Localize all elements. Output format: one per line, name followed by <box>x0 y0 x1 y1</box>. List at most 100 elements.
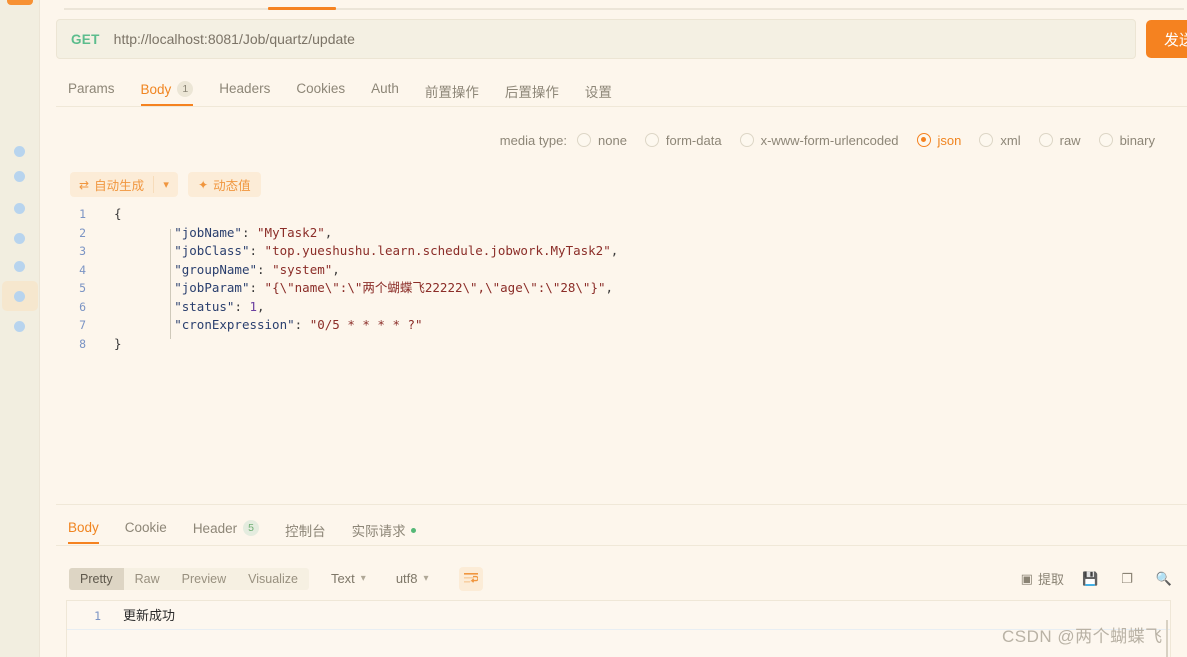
code-token: "groupName" <box>174 261 258 277</box>
request-tab-headers[interactable]: Headers <box>219 78 270 105</box>
response-tab-cookie[interactable]: Cookie <box>125 517 167 544</box>
request-tab-后置操作[interactable]: 后置操作 <box>505 78 559 110</box>
nav-dot-icon-4[interactable] <box>14 233 25 244</box>
line-number: 8 <box>79 336 86 351</box>
media-type-options: none form-data x-www-form-urlencoded json xm… <box>577 133 1173 148</box>
code-line-text[interactable]: "jobParam": "{\"name\":\"两个蝴蝶飞22222\",\"… <box>90 279 613 298</box>
code-line-text[interactable]: "groupName": "system", <box>90 261 340 280</box>
request-tab-前置操作[interactable]: 前置操作 <box>425 78 479 110</box>
copy-button[interactable]: ❐ <box>1121 571 1138 587</box>
radio-icon[interactable] <box>916 133 931 147</box>
response-type-select[interactable]: Text ▾ <box>331 571 366 586</box>
code-line-text[interactable]: { <box>90 205 122 224</box>
url-input-box[interactable]: GET http://localhost:8081/Job/quartz/upd… <box>56 19 1136 59</box>
request-tab-auth[interactable]: Auth <box>371 78 399 105</box>
code-line: 7 "cronExpression": "0/5 * * * * ?" <box>56 316 1187 335</box>
response-tab-实际请求[interactable]: 实际请求 <box>352 517 416 549</box>
http-method-label: GET <box>71 31 100 47</box>
left-icon-rail <box>0 0 40 657</box>
code-token: , <box>610 243 619 258</box>
code-line-text[interactable]: "status": 1, <box>90 298 264 317</box>
response-format-raw[interactable]: Raw <box>124 568 171 590</box>
code-line-text[interactable]: "cronExpression": "0/5 * * * * ?" <box>90 316 422 335</box>
status-dot-icon <box>410 527 416 533</box>
code-token: : <box>294 317 310 332</box>
code-line: 1{ <box>56 205 1187 224</box>
media-type-option-label: x-www-form-urlencoded <box>760 132 899 148</box>
watermark-text: CSDN @两个蝴蝶飞 <box>1002 627 1163 646</box>
nav-dot-icon-5[interactable] <box>14 261 25 272</box>
code-line: 5 "jobParam": "{\"name\":\"两个蝴蝶飞22222\",… <box>56 279 1187 298</box>
media-type-option-none[interactable]: none <box>577 133 627 148</box>
chevron-down-icon: ▾ <box>360 573 366 584</box>
media-type-option-label: none <box>598 132 627 148</box>
nav-dot-icon-1[interactable] <box>14 146 25 157</box>
request-tabs: Params Body 1 Headers Cookies Auth 前置操作 后置操作 设置 <box>56 78 1187 107</box>
code-line-text[interactable]: } <box>90 335 122 354</box>
send-button[interactable]: 发送 <box>1146 20 1187 58</box>
search-button[interactable]: 🔍 <box>1156 571 1177 587</box>
search-icon: 🔍 <box>1155 570 1172 586</box>
word-wrap-icon[interactable] <box>458 566 483 591</box>
media-type-option-x-www-form-urlencoded[interactable]: x-www-form-urlencoded <box>739 132 899 148</box>
tab-strip-active-underline <box>268 7 336 10</box>
media-type-option-json[interactable]: json <box>916 133 961 148</box>
dynamic-value-label: 动态值 <box>213 179 251 193</box>
response-tab-header[interactable]: Header 5 <box>193 517 260 545</box>
extract-button[interactable]: ▣ 提取 <box>1021 569 1064 588</box>
response-tab-body[interactable]: Body <box>68 517 99 544</box>
radio-icon[interactable] <box>979 133 994 147</box>
response-format-preview[interactable]: Preview <box>171 568 237 590</box>
radio-icon[interactable] <box>577 133 591 147</box>
response-tab-badge: 5 <box>243 520 260 536</box>
request-body-editor[interactable]: 1{2 "jobName": "MyTask2", 3 "jobClass": "… <box>56 200 1187 505</box>
chevron-down-icon[interactable]: ▾ <box>154 172 178 197</box>
media-type-option-xml[interactable]: xml <box>979 133 1021 148</box>
media-type-option-form-data[interactable]: form-data <box>644 133 722 148</box>
request-tab-设置[interactable]: 设置 <box>585 78 612 110</box>
response-tabs: Body Cookie Header 5 控制台 实际请求 <box>56 517 1187 546</box>
media-type-option-label: binary <box>1119 132 1155 148</box>
nav-dot-icon-7[interactable] <box>14 321 25 332</box>
code-line: 6 "status": 1, <box>56 298 1187 317</box>
media-type-option-raw[interactable]: raw <box>1038 132 1081 148</box>
line-number: 6 <box>79 299 86 314</box>
request-tab-label: Auth <box>371 81 399 96</box>
auto-generate-button-group: ⇄ 自动生成 ▾ <box>70 172 179 197</box>
response-tab-控制台[interactable]: 控制台 <box>285 517 326 549</box>
response-format-pretty[interactable]: Pretty <box>69 567 124 590</box>
response-format-visualize[interactable]: Visualize <box>237 568 309 590</box>
extract-icon: ▣ <box>1020 570 1033 586</box>
api-client-window: GET http://localhost:8081/Job/quartz/upd… <box>0 0 1187 657</box>
tab-strip-divider <box>64 8 1184 10</box>
media-type-option-binary[interactable]: binary <box>1098 132 1155 148</box>
save-button[interactable]: 💾 <box>1082 571 1103 587</box>
media-type-option-label: raw <box>1059 132 1081 148</box>
nav-dot-icon-2[interactable] <box>14 171 25 182</box>
save-icon: 💾 <box>1081 570 1099 586</box>
request-tab-params[interactable]: Params <box>68 78 115 105</box>
url-input[interactable]: http://localhost:8081/Job/quartz/update <box>114 31 355 47</box>
line-number: 5 <box>79 281 86 295</box>
request-tab-body[interactable]: Body 1 <box>140 78 194 106</box>
json-code[interactable]: 1{2 "jobName": "MyTask2", 3 "jobClass": "… <box>56 200 1187 353</box>
dynamic-value-button[interactable]: ✦ 动态值 <box>188 172 261 197</box>
radio-icon[interactable] <box>644 133 659 147</box>
nav-dot-icon-3[interactable] <box>14 203 25 214</box>
chevron-down-icon: ▾ <box>423 573 429 584</box>
radio-icon[interactable] <box>739 133 754 147</box>
rail-active-tab-indicator <box>7 0 33 5</box>
request-tab-cookies[interactable]: Cookies <box>296 78 345 105</box>
code-line-text[interactable]: "jobName": "MyTask2", <box>90 224 332 243</box>
code-token: : <box>249 280 265 295</box>
radio-icon[interactable] <box>1098 133 1113 147</box>
response-charset-select[interactable]: utf8 ▾ <box>396 571 429 586</box>
auto-generate-button[interactable]: ⇄ 自动生成 <box>70 172 153 197</box>
copy-icon: ❐ <box>1121 570 1133 586</box>
radio-icon[interactable] <box>1038 133 1053 147</box>
nav-dot-icon-6[interactable] <box>14 291 25 302</box>
code-token: : <box>241 224 258 240</box>
